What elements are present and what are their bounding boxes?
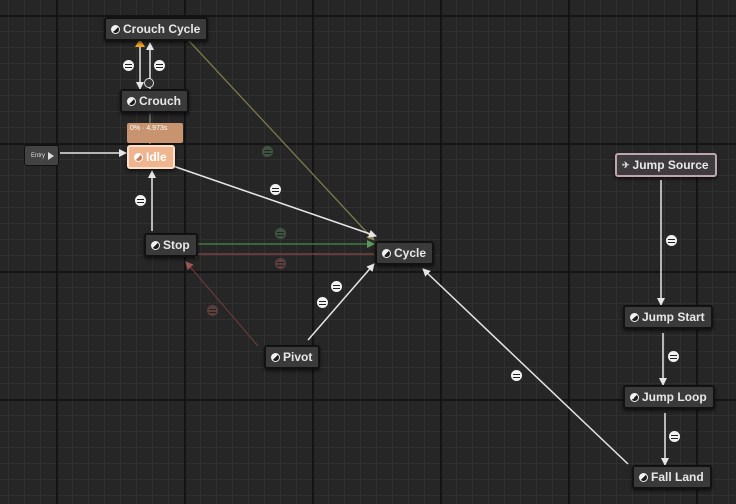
state-label: Crouch Cycle [123,22,201,36]
state-icon [134,152,143,162]
transition-rule-icon[interactable] [274,227,287,240]
transition-rule-icon[interactable] [668,430,681,443]
transition-rule-icon[interactable] [667,350,680,363]
wire-idle-cycle [172,165,377,238]
transition-rule-icon[interactable] [316,296,329,309]
state-label: Idle [146,150,167,164]
state-node-jump-loop[interactable]: Jump Loop [623,385,715,409]
entry-output-arrow-icon [48,151,55,160]
entry-label: Entry [31,152,46,159]
state-icon [639,472,648,482]
wire-pivot-stop [185,261,259,347]
state-label: Pivot [283,350,313,364]
state-node-cycle[interactable]: Cycle [375,241,435,265]
wire-crouchcycle-cycle [177,28,375,241]
state-icon [630,312,639,322]
state-label: Stop [163,238,190,252]
state-icon [151,240,160,250]
state-label: Jump Start [642,310,705,324]
transition-rule-icon[interactable] [269,183,282,196]
active-state-tooltip-text: 0% · 4.973s [130,125,168,132]
state-label: Jump Source [632,158,709,172]
wire-fallland-cycle [422,268,629,465]
transition-rule-icon[interactable] [206,304,219,317]
state-node-fall-land[interactable]: Fall Land [632,465,712,489]
state-label: Cycle [394,246,427,260]
state-node-pivot[interactable]: Pivot [264,345,321,369]
entry-node[interactable]: Entry [24,145,59,166]
transition-rule-icon[interactable] [274,257,287,270]
state-node-crouch[interactable]: Crouch [120,89,189,113]
transition-rule-icon[interactable] [134,194,147,207]
state-icon [630,392,639,402]
state-label: Jump Loop [642,390,707,404]
transition-rule-icon[interactable] [330,280,343,293]
state-label: Crouch [139,94,181,108]
transition-port-icon [144,78,154,88]
transition-rule-icon[interactable] [665,234,678,247]
transition-rule-icon[interactable] [122,59,135,72]
state-node-idle[interactable]: Idle [127,145,175,169]
transition-rule-icon[interactable] [153,59,166,72]
transition-rule-icon[interactable] [261,145,274,158]
state-icon [271,352,280,362]
state-icon [127,96,136,106]
transition-wires [60,28,669,466]
state-node-crouch-cycle[interactable]: Crouch Cycle [104,17,209,41]
state-icon [111,24,120,34]
state-node-jump-source[interactable]: ✈ Jump Source [615,153,717,177]
state-node-jump-start[interactable]: Jump Start [623,305,713,329]
state-node-stop[interactable]: Stop [144,233,198,257]
transition-rule-icon[interactable] [510,369,523,382]
state-icon [382,248,391,258]
alias-icon: ✈ [622,159,630,170]
active-state-tooltip: 0% · 4.973s [127,123,183,143]
state-label: Fall Land [651,470,704,484]
